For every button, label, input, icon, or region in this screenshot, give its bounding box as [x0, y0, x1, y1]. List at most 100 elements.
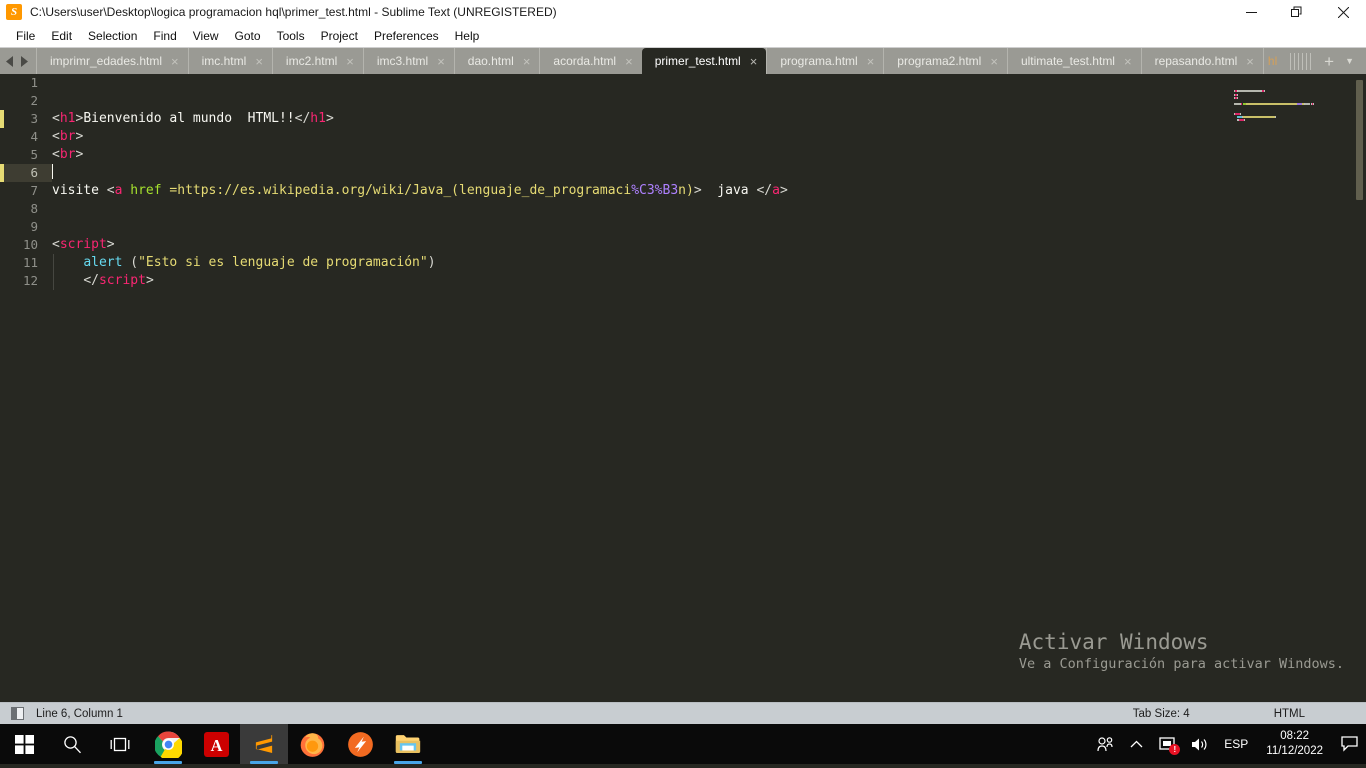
minimap-scrollbar[interactable] [1356, 80, 1363, 200]
taskbar-app-orange[interactable] [336, 724, 384, 764]
search-button[interactable] [48, 724, 96, 764]
code-line[interactable] [52, 92, 1216, 110]
search-icon [63, 735, 81, 753]
menu-item-preferences[interactable]: Preferences [366, 26, 447, 46]
editor-area[interactable]: 1 2 3 4 5 6 7 8 9 10 11 12 <h1>Bienvenido al mundo … [0, 74, 1366, 702]
volume-button[interactable] [1183, 724, 1216, 764]
token-tag: script [98, 273, 146, 288]
menu-item-project[interactable]: Project [313, 26, 366, 46]
tab-close-icon[interactable]: × [523, 55, 531, 68]
code-line[interactable]: <script> [52, 236, 1216, 254]
people-icon [1097, 736, 1113, 751]
tab-repasando-html[interactable]: repasando.html × [1140, 48, 1263, 74]
syntax-indicator[interactable]: HTML [1274, 708, 1305, 720]
minimize-button[interactable] [1228, 0, 1274, 24]
token-punc: </ [294, 111, 311, 126]
chevron-right-icon[interactable] [19, 55, 28, 67]
tab-menu-button[interactable]: ▼ [1341, 56, 1358, 66]
tab-close-icon[interactable]: × [990, 55, 998, 68]
taskbar-firefox[interactable] [288, 724, 336, 764]
tab-hl[interactable]: hl× [1262, 48, 1286, 74]
code-line[interactable]: visite < a href =https://es.wikipedia.org… [52, 182, 1216, 200]
tab-imc-html[interactable]: imc.html × [187, 48, 272, 74]
code-line[interactable]: <br> [52, 146, 1216, 164]
code-lines[interactable]: <h1>Bienvenido al mundo HTML!!</h1> <br> <… [52, 74, 1216, 702]
token-punc: > [75, 129, 84, 144]
menu-item-find[interactable]: Find [145, 26, 184, 46]
taskbar-file-explorer[interactable] [384, 724, 432, 764]
language-indicator[interactable]: ESP [1216, 724, 1256, 764]
code-line[interactable]: <br> [52, 128, 1216, 146]
tab-programa-html[interactable]: programa.html × [766, 48, 883, 74]
tab-scroll-arrows[interactable] [0, 48, 36, 74]
token-kw: alert [83, 255, 123, 270]
tab-close-icon[interactable]: × [255, 55, 263, 68]
tab-imc2-html[interactable]: imc2.html × [271, 48, 363, 74]
minimap-token [1236, 93, 1238, 96]
minimap-token [1237, 90, 1261, 93]
menu-item-file[interactable]: File [8, 26, 43, 46]
tab-close-icon[interactable]: × [437, 55, 445, 68]
start-button[interactable] [0, 724, 48, 764]
line-number: 1 [30, 75, 38, 90]
clock[interactable]: 08:22 11/12/2022 [1256, 724, 1333, 764]
menu-item-edit[interactable]: Edit [43, 26, 80, 46]
menu-item-goto[interactable]: Goto [227, 26, 269, 46]
token-txt: Bienvenido al mundo HTML!! [83, 111, 295, 126]
taskbar-chrome[interactable] [144, 724, 192, 764]
code-view[interactable]: 1 2 3 4 5 6 7 8 9 10 11 12 <h1>Bienvenido al mundo … [0, 74, 1216, 702]
sublime-text-icon [255, 735, 273, 753]
code-line[interactable]: <h1>Bienvenido al mundo HTML!!</h1> [52, 110, 1216, 128]
code-line[interactable]: </script> [52, 272, 1216, 290]
tab-close-icon[interactable]: × [1124, 55, 1132, 68]
network-button[interactable]: ! [1151, 724, 1183, 764]
code-line[interactable] [52, 218, 1216, 236]
token-tag: h1 [310, 111, 326, 126]
menu-item-tools[interactable]: Tools [269, 26, 313, 46]
code-line[interactable] [52, 74, 1216, 92]
tab-close-icon[interactable]: × [1246, 55, 1254, 68]
new-tab-button[interactable]: + [1319, 53, 1339, 70]
people-button[interactable] [1089, 724, 1122, 764]
folder-icon [395, 735, 421, 753]
taskbar-sublime-text[interactable] [240, 724, 288, 764]
chevron-left-icon[interactable] [6, 55, 15, 67]
tab-close-icon[interactable]: × [625, 55, 633, 68]
token-punc: < [52, 237, 60, 252]
tab-acorda-html[interactable]: acorda.html × [539, 48, 641, 74]
tab-label: programa2.html [897, 54, 982, 68]
restore-button[interactable] [1274, 0, 1320, 24]
taskbar: A ! ESP 08:22 11/12/2022 [0, 724, 1366, 764]
tab-dao-html[interactable]: dao.html × [453, 48, 540, 74]
line-number: 3 [30, 111, 38, 126]
code-line[interactable] [52, 200, 1216, 218]
action-center-button[interactable] [1333, 724, 1366, 764]
tab-label: programa.html [780, 54, 858, 68]
minimap[interactable] [1216, 74, 1366, 702]
taskbar-acrobat[interactable]: A [192, 724, 240, 764]
menu-item-view[interactable]: View [185, 26, 227, 46]
tab-size-indicator[interactable]: Tab Size: 4 [1133, 708, 1190, 720]
code-line[interactable] [52, 164, 1216, 182]
menu-item-selection[interactable]: Selection [80, 26, 145, 46]
tab-close-icon[interactable]: × [750, 55, 758, 68]
sidebar-toggle-icon[interactable] [11, 707, 24, 720]
task-view-button[interactable] [96, 724, 144, 764]
tab-close-icon[interactable]: × [171, 55, 179, 68]
tab-close-icon[interactable]: × [346, 55, 354, 68]
close-button[interactable] [1320, 0, 1366, 24]
tab-imc3-html[interactable]: imc3.html × [362, 48, 454, 74]
token-punc: > [325, 111, 334, 126]
tab-ultimate-test-html[interactable]: ultimate_test.html × [1006, 48, 1141, 74]
tab-imprimr-edades-html[interactable]: imprimr_edades.html × [36, 48, 188, 74]
tab-bar-controls: + ▼ [1286, 48, 1366, 74]
tab-close-icon[interactable]: × [867, 55, 875, 68]
minimap-token [1243, 116, 1275, 118]
tab-primer-test-html[interactable]: primer_test.html × [641, 48, 767, 74]
tab-programa2-html[interactable]: programa2.html × [883, 48, 1007, 74]
title-bar: S C:\Users\user\Desktop\logica programac… [0, 0, 1366, 24]
code-line[interactable]: alert ("Esto si es lenguaje de programac… [52, 254, 1216, 272]
show-hidden-icons-button[interactable] [1122, 724, 1151, 764]
menu-item-help[interactable]: Help [447, 26, 488, 46]
gutter-change-marker [0, 164, 4, 182]
